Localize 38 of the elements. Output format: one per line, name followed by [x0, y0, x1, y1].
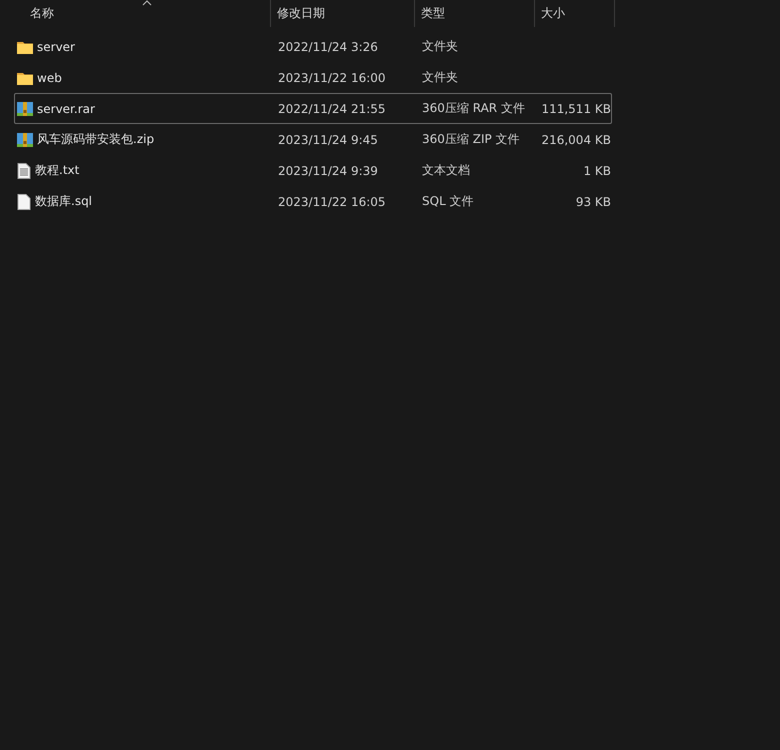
modified-date: 2023/11/22 16:00: [277, 70, 387, 84]
column-header[interactable]: 大小: [541, 5, 565, 22]
file-type: 360压缩 ZIP 文件: [421, 131, 521, 148]
modified-date: 2023/11/22 16:05: [277, 194, 387, 208]
column-header[interactable]: 修改日期: [277, 5, 325, 22]
column-header[interactable]: 类型: [421, 5, 445, 22]
file-row[interactable]: server 2022/11/24 3:26 文件夹: [14, 31, 612, 62]
file-type: 文本文档: [421, 162, 471, 179]
file-size: 216,004 KB: [540, 132, 612, 146]
file-name: 风车源码带安装包.zip: [37, 131, 154, 148]
file-row[interactable]: web 2023/11/22 16:00 文件夹: [14, 62, 612, 93]
column-header[interactable]: 名称: [30, 5, 54, 22]
archive-icon: [17, 100, 33, 116]
modified-date: 2023/11/24 9:45: [277, 132, 379, 146]
modified-date: 2022/11/24 3:26: [277, 40, 379, 54]
folder-icon: [17, 40, 33, 54]
file-name: server: [37, 40, 75, 54]
modified-date: 2022/11/24 21:55: [277, 102, 387, 116]
text-file-icon: [17, 162, 31, 178]
modified-date: 2023/11/24 9:39: [277, 164, 379, 178]
file-size: 93 KB: [574, 194, 612, 208]
file-size: 111,511 KB: [540, 102, 612, 116]
file-name: 数据库.sql: [35, 193, 92, 210]
file-type: 文件夹: [421, 69, 459, 86]
file-name: web: [37, 70, 62, 84]
file-row[interactable]: server.rar 2022/11/24 21:55 360压缩 RAR 文件 111,511 KB: [14, 93, 612, 124]
file-icon: [17, 194, 31, 210]
file-type: 360压缩 RAR 文件: [421, 100, 526, 117]
file-name: 教程.txt: [35, 162, 80, 179]
file-type: SQL 文件: [421, 193, 475, 210]
file-size: 1 KB: [582, 164, 612, 178]
archive-icon: [17, 132, 33, 148]
file-row[interactable]: 教程.txt 2023/11/24 9:39 文本文档 1 KB: [14, 155, 612, 186]
file-type: 文件夹: [421, 38, 459, 55]
file-row[interactable]: 风车源码带安装包.zip 2023/11/24 9:45 360压缩 ZIP 文件 216,004 KB: [14, 124, 612, 155]
folder-icon: [17, 70, 33, 84]
file-row[interactable]: 数据库.sql 2023/11/22 16:05 SQL 文件 93 KB: [14, 186, 612, 217]
file-name: server.rar: [37, 102, 95, 116]
